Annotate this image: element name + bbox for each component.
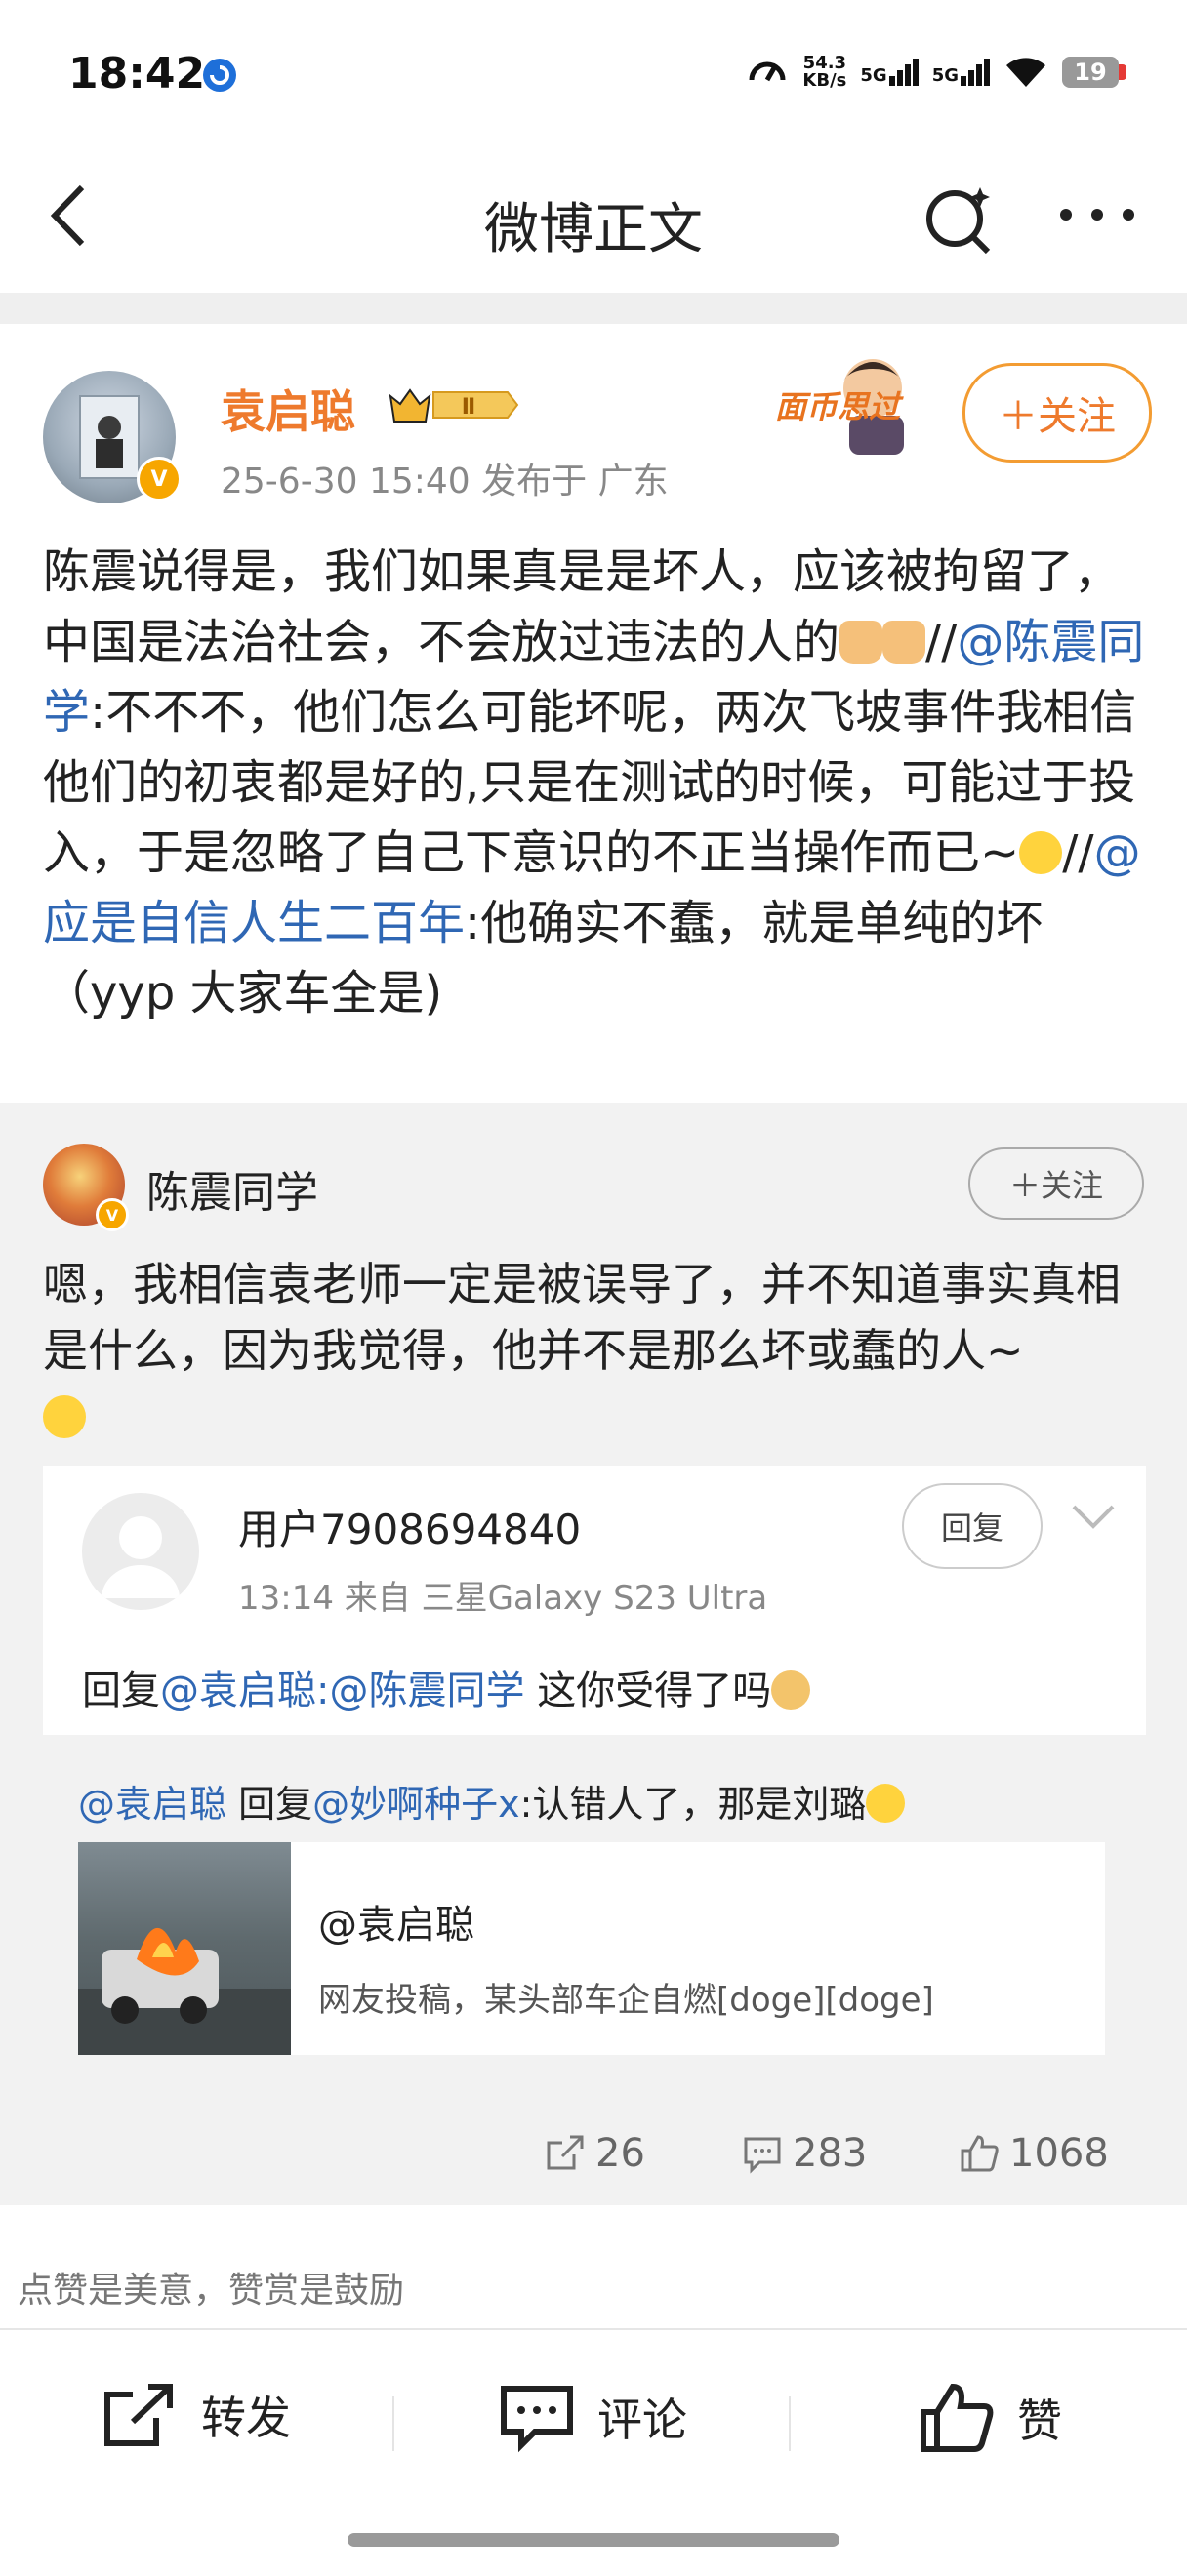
verified-badge-icon: V xyxy=(96,1198,129,1231)
post-text-segment: // xyxy=(1062,825,1094,880)
crying-laughing-icon xyxy=(1019,831,1063,874)
divider xyxy=(789,2396,791,2451)
comment-meta: 13:14 来自 三星Galaxy S23 Ultra xyxy=(238,1579,768,1618)
thumbs-up-icon xyxy=(961,2135,999,2172)
signal-5g-2: 5G xyxy=(932,59,990,86)
like-button[interactable]: 赞 xyxy=(918,2381,1062,2455)
repost-count[interactable]: 26 xyxy=(545,2131,645,2176)
app-notification-icon xyxy=(201,57,238,94)
verified-badge-icon: V xyxy=(137,457,182,502)
chevron-down-icon[interactable] xyxy=(1070,1503,1117,1532)
crown-badge-icon: Ⅱ xyxy=(385,382,521,427)
post-text-segment: // xyxy=(925,615,958,669)
status-time: 18:42 xyxy=(68,49,206,99)
share-icon xyxy=(547,2135,584,2170)
comment-button[interactable]: 评论 xyxy=(498,2381,687,2453)
link-card-thumbnail[interactable] xyxy=(78,1842,291,2055)
comment-text: 回复@袁启聪:@陈震同学 这你受得了吗 xyxy=(82,1659,811,1715)
follow-button[interactable]: ＋关注 xyxy=(962,363,1152,463)
doge-emoji-icon xyxy=(771,1670,811,1710)
reply-text: @袁启聪 回复@妙啊种子x:认错人了，那是刘璐 xyxy=(78,1774,906,1828)
divider xyxy=(392,2396,394,2451)
thumbs-up-icon xyxy=(921,2383,994,2452)
repost-text: 嗯，我相信袁老师一定是被误导了，并不知道事实真相是什么，因为我觉得，他并不是那么… xyxy=(43,1251,1146,1450)
folded-hands-icon xyxy=(882,621,926,664)
author-name[interactable]: 袁启聪 xyxy=(221,377,355,441)
commenter-name[interactable]: 用户7908694840 xyxy=(238,1497,581,1556)
reward-tip: 点赞是美意，赞赏是鼓励 xyxy=(18,2271,405,2311)
comment-count[interactable]: 283 xyxy=(742,2131,867,2176)
search-icon[interactable] xyxy=(921,181,1000,260)
svg-text:Ⅱ: Ⅱ xyxy=(462,395,476,420)
link-card-description: 网友投稿，某头部车企自燃[doge][doge] xyxy=(318,1981,934,2020)
repost-author-name[interactable]: 陈震同学 xyxy=(146,1157,318,1220)
reply-button[interactable]: 回复 xyxy=(902,1483,1043,1569)
repost-button[interactable]: 转发 xyxy=(102,2381,291,2449)
signal-5g-1: 5G xyxy=(860,59,919,86)
smile-emoji-icon xyxy=(43,1395,86,1438)
status-icons: 54.3 KB/s 5G 5G 19 xyxy=(746,51,1126,94)
post-meta: 25-6-30 15:40 发布于 广东 xyxy=(221,462,669,502)
post-text: 陈震说得是，我们如果真是是坏人，应该被拘留了，中国是法治社会，不会放过违法的人的… xyxy=(43,537,1146,1028)
smile-emoji-icon xyxy=(866,1784,906,1823)
comment-icon xyxy=(744,2137,781,2174)
mention-link[interactable]: @袁启聪 xyxy=(78,1783,226,1826)
follow-repost-author-button[interactable]: ＋关注 xyxy=(968,1147,1144,1220)
share-icon xyxy=(104,2384,173,2446)
page-title: 微博正文 xyxy=(484,198,703,262)
wifi-icon xyxy=(1006,58,1045,87)
mention-link[interactable]: @妙啊种子x xyxy=(312,1783,520,1826)
network-speed: 54.3 KB/s xyxy=(802,53,847,91)
commenter-avatar[interactable] xyxy=(82,1493,199,1610)
sticker-text: 面币思过 xyxy=(775,388,901,425)
section-divider xyxy=(0,293,1187,324)
folded-hands-icon xyxy=(839,621,883,664)
comment-icon xyxy=(501,2386,573,2453)
more-icon[interactable] xyxy=(1052,195,1150,234)
link-card-title: @袁启聪 xyxy=(318,1903,474,1948)
like-count[interactable]: 1068 xyxy=(959,2131,1109,2176)
speed-gauge-icon xyxy=(749,61,786,82)
home-indicator[interactable] xyxy=(348,2533,839,2547)
mention-link[interactable]: @陈震同学 xyxy=(329,1669,524,1713)
mention-link[interactable]: @袁启聪 xyxy=(160,1669,316,1713)
battery-indicator: 19 xyxy=(1062,57,1126,88)
post-text-segment: :不不不，他们怎么可能坏呢，两次飞坡事件我相信 他们的初衷都是好的,只是在测试的… xyxy=(43,685,1137,880)
bottom-divider xyxy=(0,2328,1187,2330)
